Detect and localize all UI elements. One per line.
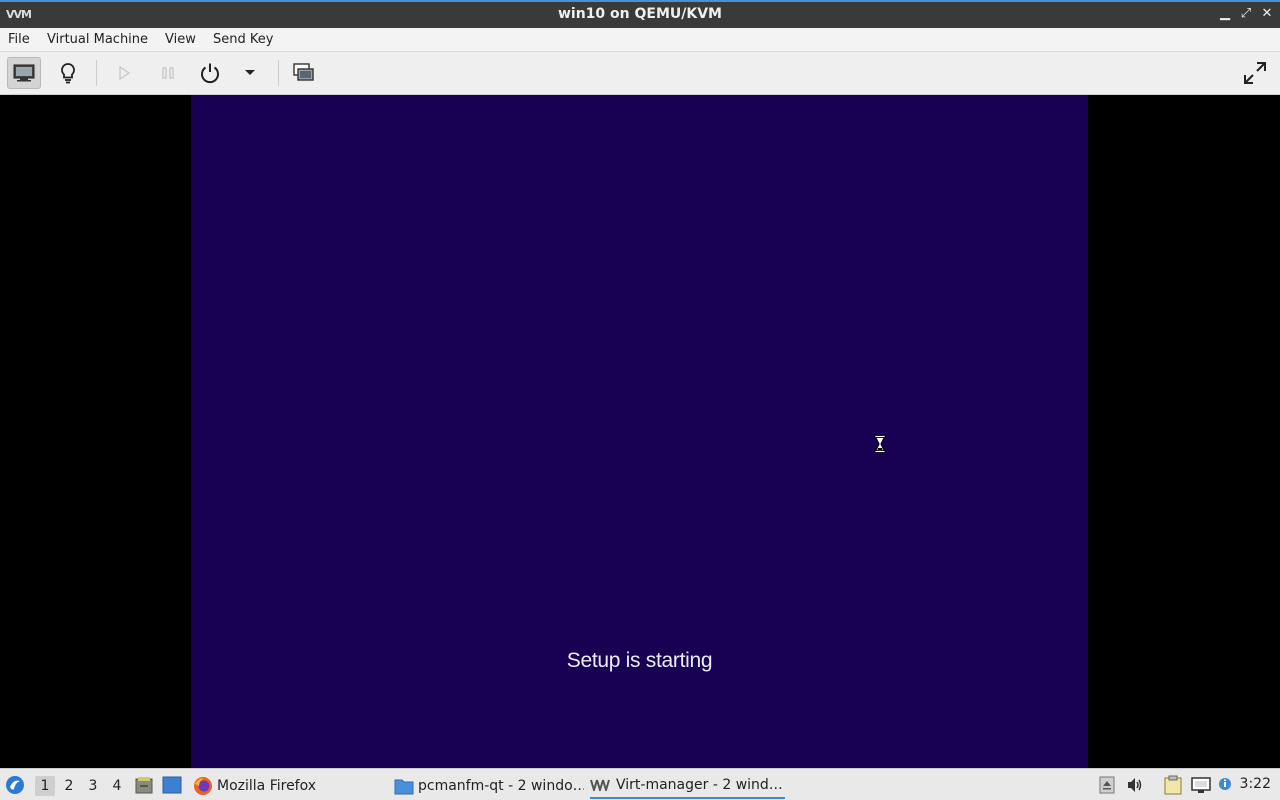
- workspace-3[interactable]: 3: [83, 776, 103, 796]
- menu-file[interactable]: File: [8, 32, 30, 47]
- taskbar: 1 2 3 4 Mozilla Firefox pcmanfm-qt - 2 w…: [0, 768, 1280, 800]
- virt-manager-icon: [590, 779, 610, 791]
- window-title: win10 on QEMU/KVM: [557, 6, 722, 22]
- vm-display[interactable]: Setup is starting: [191, 95, 1088, 768]
- tray-volume[interactable]: [1125, 775, 1145, 795]
- menu-bar: File Virtual Machine View Send Key: [0, 28, 1280, 52]
- close-button[interactable]: ✕: [1258, 5, 1276, 23]
- task-pcmanfm[interactable]: pcmanfm-qt - 2 windo…: [394, 773, 584, 799]
- task-label: Virt-manager - 2 wind…: [616, 777, 783, 793]
- workspace-2[interactable]: 2: [59, 776, 79, 796]
- menu-view[interactable]: View: [165, 32, 196, 47]
- title-bar[interactable]: VVM win10 on QEMU/KVM ▁ ⤢ ✕: [0, 0, 1280, 28]
- pause-button[interactable]: [151, 57, 185, 89]
- minimize-button[interactable]: ▁: [1216, 5, 1234, 23]
- task-virt-manager[interactable]: Virt-manager - 2 wind…: [590, 773, 785, 799]
- lightbulb-icon: [61, 63, 75, 84]
- workspace-1[interactable]: 1: [35, 776, 55, 796]
- lxqt-menu-icon: [6, 776, 24, 794]
- eject-icon: [1099, 776, 1115, 794]
- run-button[interactable]: [107, 57, 141, 89]
- monitor-icon: [13, 64, 35, 82]
- console-button[interactable]: [7, 57, 41, 89]
- menu-virtual-machine[interactable]: Virtual Machine: [47, 32, 148, 47]
- snapshots-button[interactable]: [287, 57, 321, 89]
- fullscreen-icon: [1244, 62, 1266, 84]
- task-firefox[interactable]: Mozilla Firefox: [193, 773, 383, 799]
- toolbar: [0, 52, 1280, 95]
- pause-icon: [162, 67, 174, 79]
- start-menu-button[interactable]: [5, 775, 25, 795]
- desktop-icon: [162, 776, 182, 794]
- details-button[interactable]: [51, 57, 85, 89]
- firefox-icon: [194, 777, 212, 795]
- play-icon: [119, 65, 131, 81]
- show-desktop-button[interactable]: [162, 775, 182, 795]
- dropdown-arrow-icon: [245, 70, 255, 75]
- power-icon: [201, 63, 219, 84]
- menu-send-key[interactable]: Send Key: [213, 32, 273, 47]
- network-icon: [1191, 777, 1211, 793]
- task-label: pcmanfm-qt - 2 windo…: [418, 778, 584, 794]
- tray-network[interactable]: [1191, 775, 1211, 795]
- task-label: Mozilla Firefox: [217, 778, 317, 794]
- taskbar-clock[interactable]: 3:22: [1240, 776, 1271, 792]
- clipboard-icon: [1164, 775, 1182, 795]
- info-icon: [1219, 778, 1231, 790]
- fullscreen-button[interactable]: [1238, 57, 1272, 89]
- snapshots-icon: [293, 63, 314, 81]
- workspace-4[interactable]: 4: [107, 776, 127, 796]
- shutdown-button[interactable]: [193, 57, 227, 89]
- maximize-button[interactable]: ⤢: [1237, 5, 1255, 23]
- toolbar-separator: [278, 60, 279, 86]
- hourglass-cursor-icon: [874, 435, 886, 453]
- tray-clipboard[interactable]: [1163, 775, 1183, 795]
- volume-icon: [1128, 778, 1142, 792]
- toolbar-separator: [96, 60, 97, 86]
- file-manager-icon: [135, 777, 153, 794]
- tray-notification[interactable]: [1215, 775, 1235, 795]
- shutdown-menu-button[interactable]: [233, 57, 267, 89]
- tray-keyboard[interactable]: [1097, 775, 1117, 795]
- setup-status-text: Setup is starting: [566, 649, 713, 672]
- file-manager-launcher[interactable]: [134, 775, 154, 795]
- vm-viewer[interactable]: Setup is starting: [0, 95, 1280, 768]
- folder-icon: [394, 779, 414, 795]
